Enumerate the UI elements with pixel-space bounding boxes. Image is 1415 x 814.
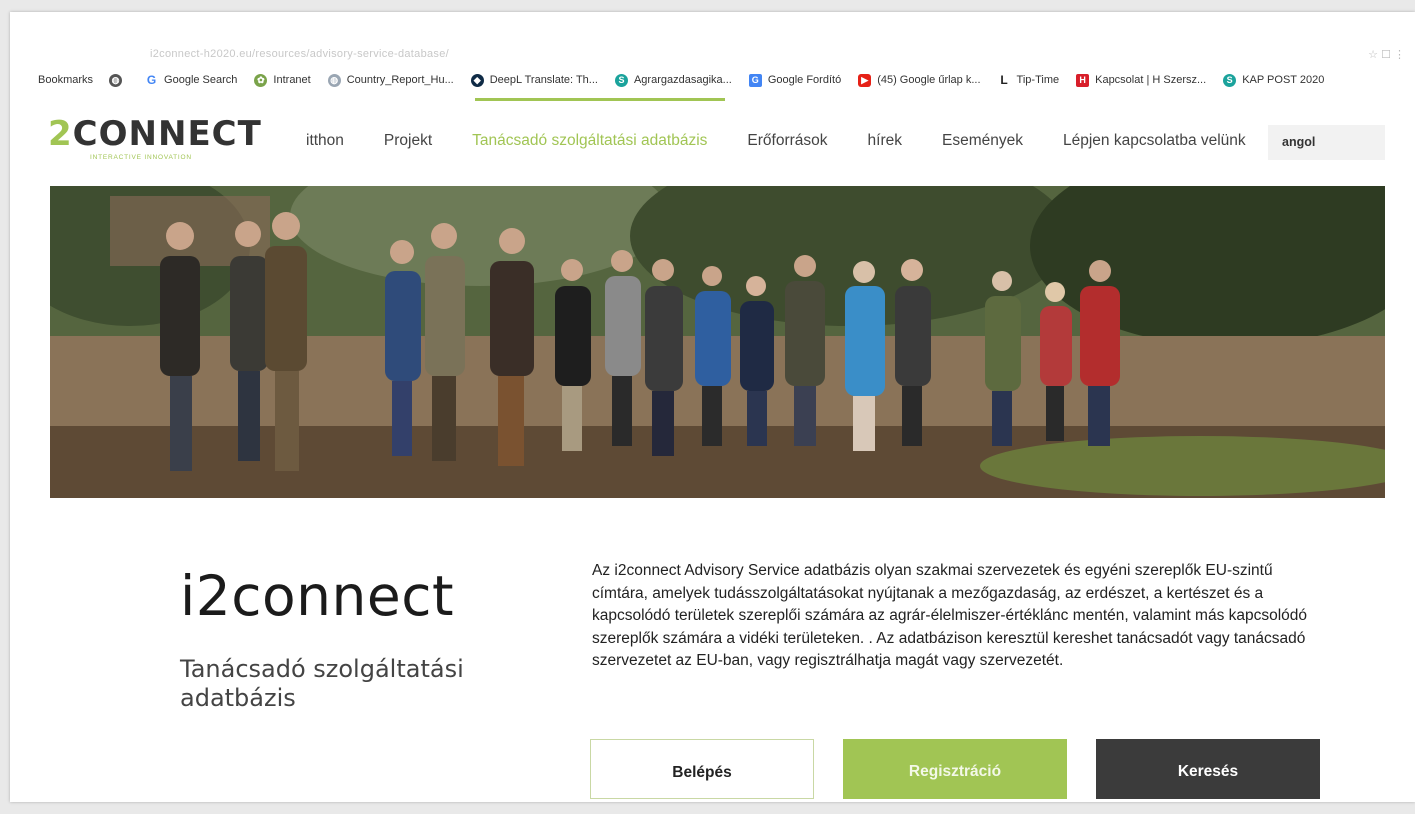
browser-actions-icon[interactable]: ☆ ☐ ⋮ <box>1368 48 1405 61</box>
globe-icon: ◍ <box>109 73 123 87</box>
hszersz-icon: H <box>1076 73 1090 87</box>
nav-item-hirek[interactable]: hírek <box>868 132 902 150</box>
nav-item-eroforrasok[interactable]: Erőforrások <box>747 132 827 150</box>
page-title: i2connect <box>180 564 455 628</box>
bookmark-kap-post[interactable]: S KAP POST 2020 <box>1223 73 1324 87</box>
bookmark-google-translate[interactable]: G Google Fordító <box>748 73 841 87</box>
nav-item-advisory-database[interactable]: Tanácsadó szolgáltatási adatbázis <box>472 132 707 150</box>
tiptime-icon: L <box>997 73 1011 87</box>
bookmark-tip-time[interactable]: L Tip-Time <box>997 73 1059 87</box>
bookmark-intranet[interactable]: ✿ Intranet <box>254 73 311 87</box>
search-button[interactable]: Keresés <box>1096 739 1320 799</box>
youtube-icon: ▶ <box>858 73 872 87</box>
globe-icon: ◍ <box>327 73 341 87</box>
nav-item-esemenyek[interactable]: Események <box>942 132 1023 150</box>
bookmark-agrargazdasagika[interactable]: S Agrargazdasagika... <box>614 73 732 87</box>
main-nav: itthon Projekt Tanácsadó szolgáltatási a… <box>306 132 1286 150</box>
bookmark-country-report[interactable]: ◍ Country_Report_Hu... <box>327 73 454 87</box>
deepl-icon: ◆ <box>470 73 484 87</box>
hero-image <box>50 186 1385 498</box>
nav-item-kapcsolat[interactable]: Lépjen kapcsolatba velünk <box>1063 132 1246 150</box>
page-description: Az i2connect Advisory Service adatbázis … <box>592 562 1308 669</box>
bookmark-globe[interactable]: ◍ <box>109 73 128 87</box>
language-selector[interactable]: angol <box>1268 125 1385 160</box>
bookmark-kapcsolat[interactable]: H Kapcsolat | H Szersz... <box>1076 73 1206 87</box>
logo-text: 2CONNECT <box>48 114 262 154</box>
active-nav-indicator <box>475 98 725 101</box>
nav-item-itthon[interactable]: itthon <box>306 132 344 150</box>
logo-tagline: INTERACTIVE INNOVATION <box>90 154 192 161</box>
intranet-icon: ✿ <box>254 73 268 87</box>
sheet-icon: S <box>1223 73 1237 87</box>
register-button[interactable]: Regisztráció <box>843 739 1067 799</box>
site-logo[interactable]: 2CONNECT INTERACTIVE INNOVATION <box>48 116 262 161</box>
bookmark-google-form[interactable]: ▶ (45) Google űrlap k... <box>858 73 981 87</box>
nav-item-projekt[interactable]: Projekt <box>384 132 432 150</box>
bookmarks-label[interactable]: Bookmarks <box>38 74 93 86</box>
login-button[interactable]: Belépés <box>590 739 814 799</box>
bookmarks-bar: Bookmarks ◍ G Google Search ✿ Intranet ◍ Co… <box>10 68 1415 92</box>
browser-window: i2connect-h2020.eu/resources/advisory-se… <box>10 12 1415 802</box>
address-bar[interactable]: i2connect-h2020.eu/resources/advisory-se… <box>10 12 1415 64</box>
bookmark-deepl[interactable]: ◆ DeepL Translate: Th... <box>470 73 598 87</box>
google-translate-icon: G <box>748 73 762 87</box>
page-subtitle: Tanácsadó szolgáltatási adatbázis <box>180 655 464 712</box>
bookmark-google-search[interactable]: G Google Search <box>145 72 237 87</box>
google-icon: G <box>145 72 159 87</box>
address-text[interactable]: i2connect-h2020.eu/resources/advisory-se… <box>150 48 449 60</box>
sheet-icon: S <box>614 73 628 87</box>
hero-photo-illustration <box>50 186 1385 498</box>
